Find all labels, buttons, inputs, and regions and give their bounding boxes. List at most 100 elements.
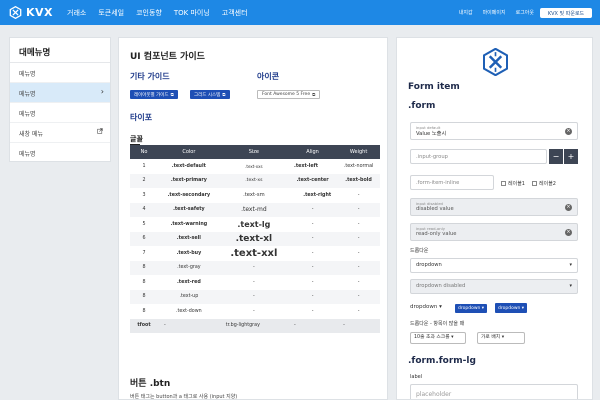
dropdown-select[interactable]: dropdown ▾ [410,258,578,273]
input-disabled-value: disabled value [416,206,454,212]
dropdown-disabled-select: dropdown disabled ▾ [410,279,578,294]
input-inline-field[interactable]: .form-item-inline [410,175,494,190]
dropdown-plain[interactable]: dropdown ▾ [410,304,442,310]
cell: .text-xxl [230,247,278,259]
cell: .text-secondary [167,192,211,198]
icon-title: 아이콘 [257,72,280,81]
kvx-brand-icon [483,48,508,76]
cell: .text-warning [170,221,208,227]
checkbox-label1[interactable]: 레이블1 [501,180,525,187]
col-weight: Weight [337,145,380,159]
form-lg-title: .form.form-lg [408,356,476,366]
cell: 8 [142,279,146,285]
cell: .text-buy [176,250,202,256]
cell: - [357,250,360,256]
scroll-select[interactable]: 10줄 초과 스크롤 ▾ [410,332,466,344]
nav-token-sale[interactable]: 토큰세일 [98,8,124,18]
external-link-icon [97,128,103,134]
sidebar-item[interactable]: 메뉴명 [10,103,110,123]
nav-coin-trends[interactable]: 코인동향 [136,8,162,18]
dropdown-blue-label: dropdown [458,306,481,311]
cell: .text-left [294,163,319,169]
cell: - [357,192,360,198]
cell: 4 [130,202,158,217]
cell: - [288,318,338,333]
dropdown-blue-small[interactable]: dropdown ▾ [455,304,488,313]
font-awesome-button[interactable]: Font Awesome 5 Free ⧉ [257,90,321,99]
caret-down-icon: ▾ [569,283,572,289]
sidebar-item[interactable]: 메뉴명 [10,143,110,163]
table-row: 8 .text-down - - - [130,304,380,319]
col-align: Align [288,145,338,159]
cell: 6 [130,231,158,246]
minus-button[interactable]: − [549,149,563,164]
cell: .text-center [288,173,338,188]
table-foot-row: tfoot - tr.bg-lightgray - - [130,318,380,333]
cell: .text-xs [219,173,288,188]
util-wallet[interactable]: 내지갑 [459,9,473,16]
form-panel: Form item .form input default Value 노출시 … [396,37,593,400]
dropdown-value: dropdown [416,262,442,268]
checkbox-label: 레이블2 [539,181,556,187]
cell: tr.bg-lightgray [219,318,288,333]
cell: .text-red [176,279,201,285]
cell: - [337,231,380,246]
cell: - [219,289,288,304]
input-default[interactable]: input default Value 노출시 × [410,122,578,140]
lg-input[interactable]: placeholder [410,384,578,399]
external-link-icon: ⧉ [170,92,174,98]
cell: - [288,289,338,304]
logo[interactable]: KVX [9,6,53,19]
cell: 3 [142,192,146,198]
nav-exchange[interactable]: 거래소 [67,8,86,18]
cell: .text-md [219,202,288,217]
plus-button[interactable]: + [564,149,578,164]
layout-guide-label: 레이아웃별 가이드 [134,92,169,98]
util-logout[interactable]: 로그아웃 [516,9,534,16]
cell: 8 [130,289,158,304]
cell: 8 [142,308,146,314]
cell: .text-xl [219,231,288,246]
checkbox-label2[interactable]: 레이블2 [532,180,556,187]
table-row: 4 .text-safety .text-md - - [130,202,380,217]
sidebar-title: 대메뉴명 [10,38,110,63]
sidebar-item-new-window[interactable]: 새창 메뉴 [10,123,110,143]
input-group-field[interactable]: .input-group [410,149,547,164]
clear-icon[interactable]: × [565,128,572,135]
grid-system-button[interactable]: 그리드 시스템 ⧉ [190,90,230,99]
layout-guide-button[interactable]: 레이아웃별 가이드 ⧉ [130,90,178,99]
table-row: 2 .text-primary .text-xs .text-center .t… [130,173,380,188]
cell: - [357,279,360,285]
util-mypage[interactable]: 마이페이지 [483,9,506,16]
cell: - [357,308,360,314]
cell: - [337,289,380,304]
download-button[interactable]: KVX 및 따운로드 [540,8,592,18]
cell: - [311,308,314,314]
sidebar-item-active[interactable]: 메뉴명 › [10,83,110,103]
table-row: 3 .text-secondary .text-sm .text-right - [130,188,380,203]
external-link-icon: ⧉ [312,92,316,98]
form-item-title: Form item [408,82,460,92]
cell: - [219,260,288,275]
col-size: Size [219,145,288,159]
cell: .text-default [171,163,206,169]
cell: tfoot [130,318,158,333]
nav-tok-mining[interactable]: TOK 마이닝 [174,8,210,18]
external-link-icon: ⧉ [222,92,226,98]
dropdown-label: 드롭다운 [410,248,429,254]
sidebar-item-label: 새창 메뉴 [19,131,43,138]
sidebar-item[interactable]: 메뉴명 [10,63,110,83]
font-awesome-label: Font Awesome 5 Free [262,92,311,97]
input-inline-placeholder: .form-item-inline [416,180,460,186]
cell: - [158,318,220,333]
table-row: 6 .text-sell .text-xl - - [130,231,380,246]
main-panel: UI 컴포넌트 가이드 기타 가이드 레이아웃별 가이드 ⧉ 그리드 시스템 ⧉… [118,37,388,400]
cell: - [357,221,360,227]
nav-customer-center[interactable]: 고객센터 [222,8,248,18]
horizontal-select[interactable]: 가로 배치 ▾ [477,332,525,344]
dropdown-blue[interactable]: dropdown ▾ [495,303,528,313]
typo-title: 타이포 [130,113,153,122]
cell: 8 [130,260,158,275]
input-group-placeholder: .input-group [416,154,448,160]
cell: - [288,231,338,246]
